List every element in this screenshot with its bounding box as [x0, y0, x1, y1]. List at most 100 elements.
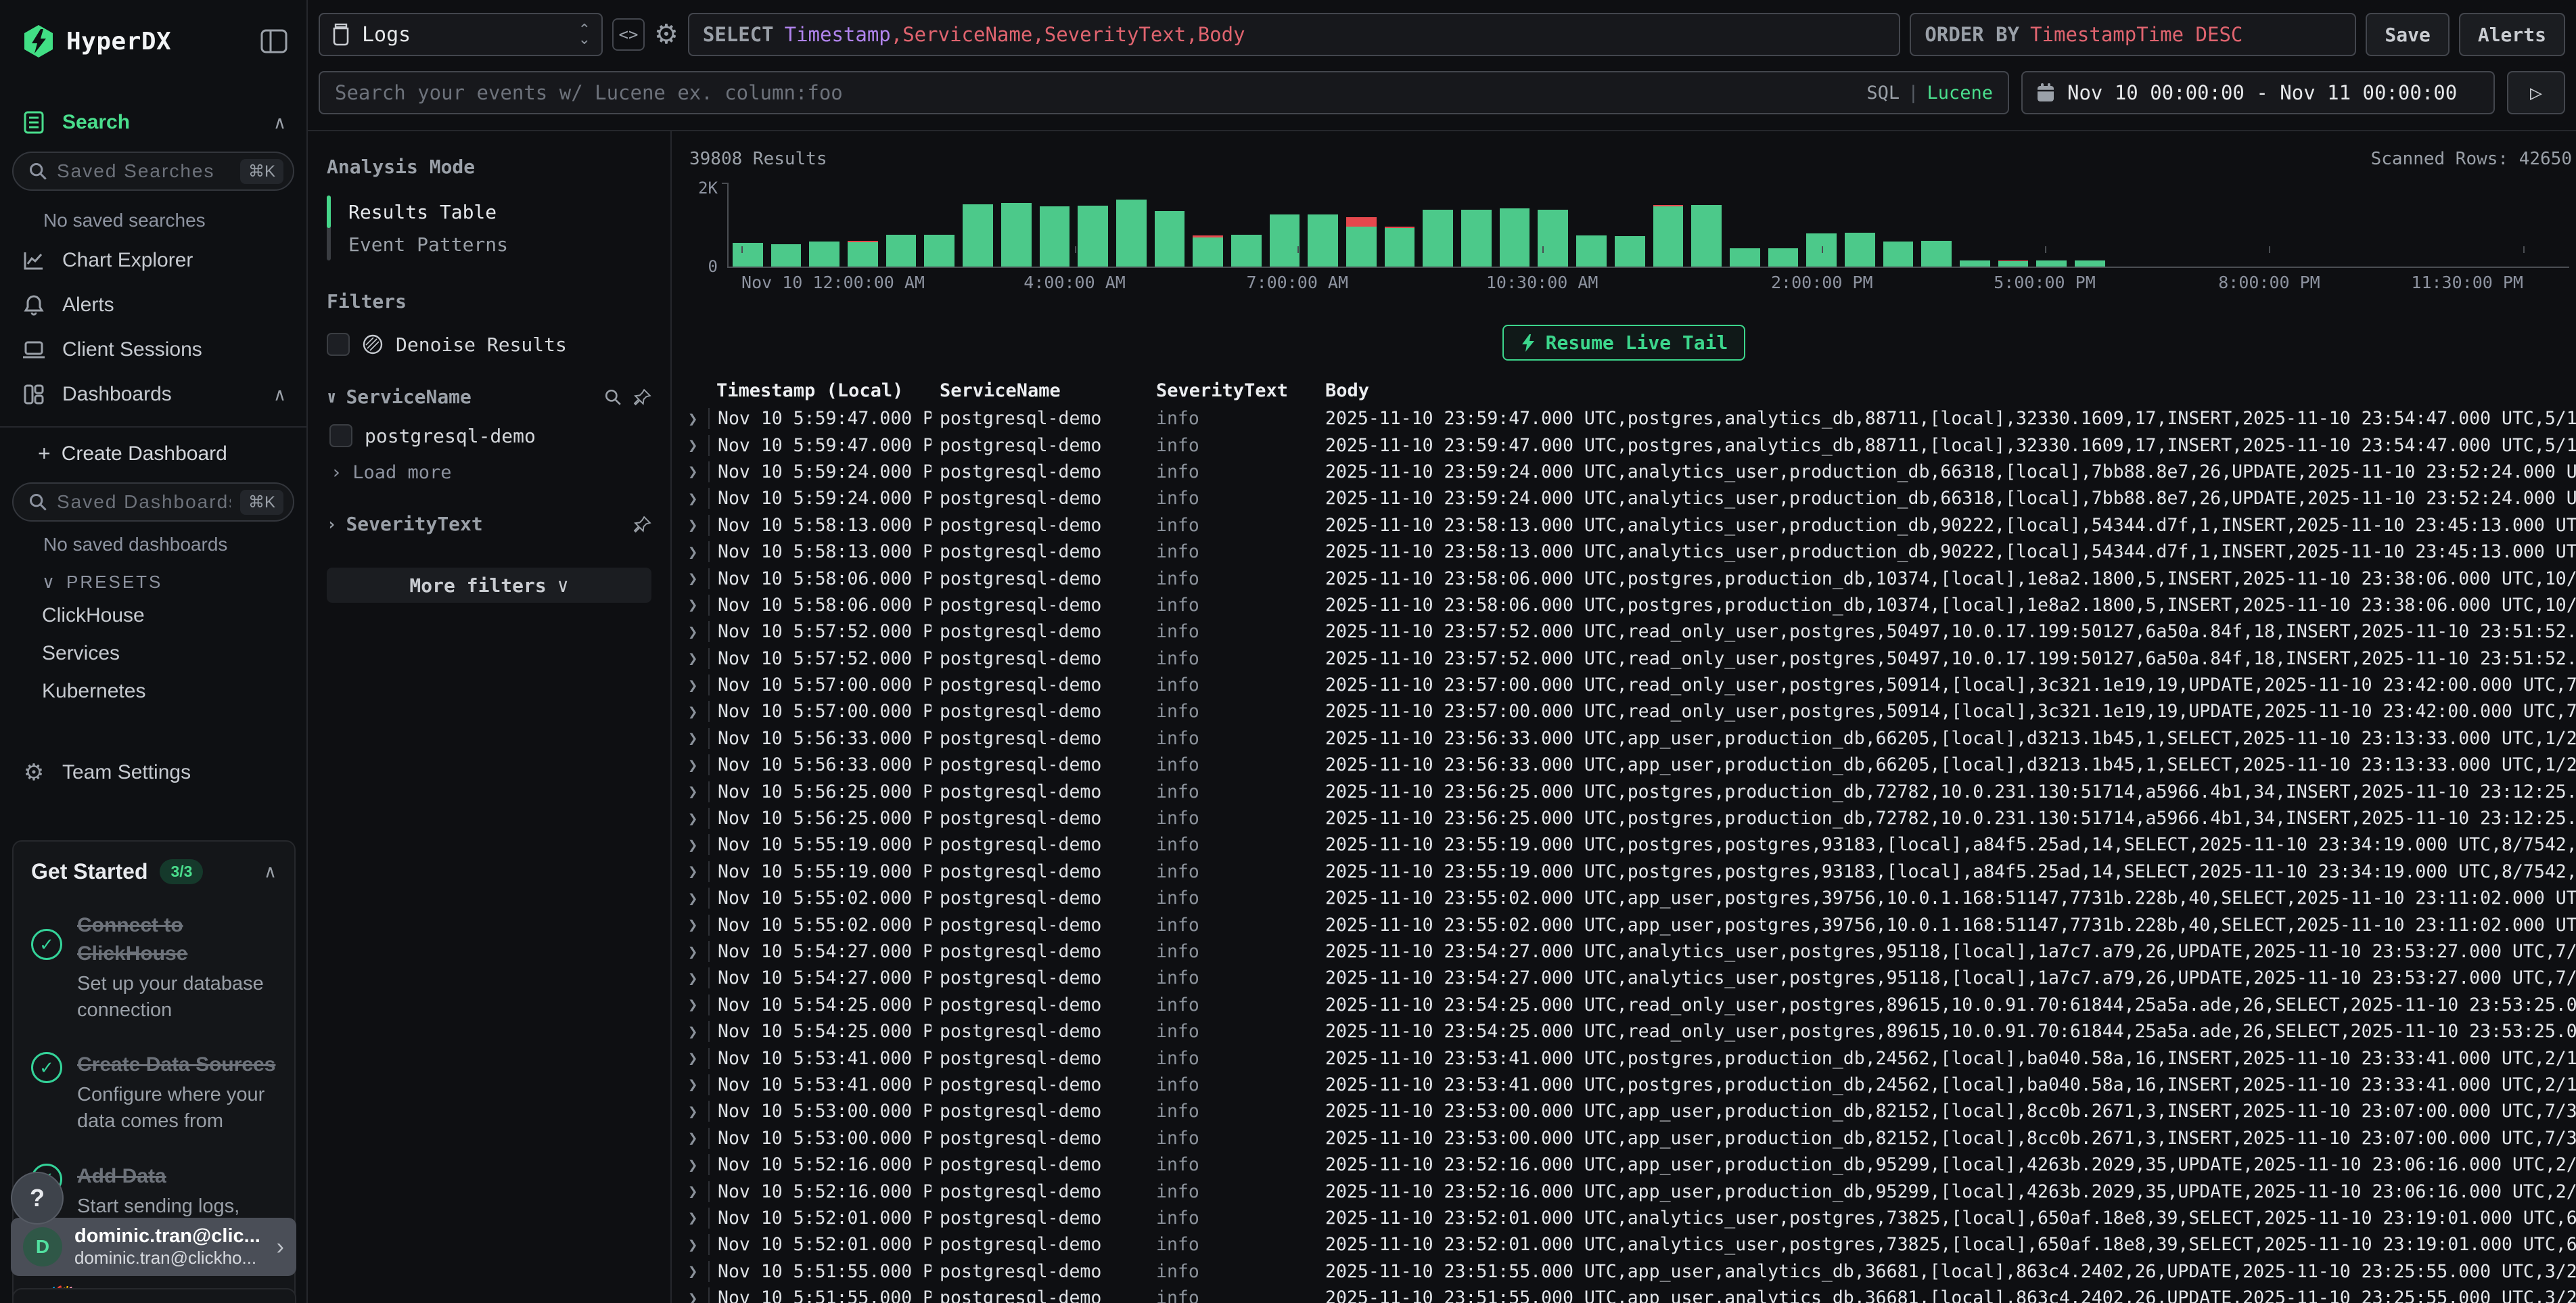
help-button[interactable]: ? — [11, 1172, 64, 1225]
more-filters-button[interactable]: More filters ∨ — [327, 568, 651, 603]
table-row[interactable]: ❯Nov 10 5:54:25.000 PMpostgresql-demoinf… — [688, 1018, 2576, 1045]
table-row[interactable]: ❯Nov 10 5:59:47.000 PMpostgresql-demoinf… — [688, 432, 2576, 458]
row-expand-icon[interactable]: ❯ — [688, 543, 708, 562]
code-brackets-icon[interactable]: <> — [612, 18, 645, 51]
row-expand-icon[interactable]: ❯ — [688, 569, 708, 588]
source-select[interactable]: Logs ⌃⌄ — [319, 13, 603, 56]
table-row[interactable]: ❯Nov 10 5:57:52.000 PMpostgresql-demoinf… — [688, 618, 2576, 645]
row-expand-icon[interactable]: ❯ — [688, 436, 708, 455]
table-row[interactable]: ❯Nov 10 5:58:06.000 PMpostgresql-demoinf… — [688, 565, 2576, 591]
row-expand-icon[interactable]: ❯ — [688, 1182, 708, 1201]
table-row[interactable]: ❯Nov 10 5:58:13.000 PMpostgresql-demoinf… — [688, 512, 2576, 539]
gear-icon[interactable]: ⚙ — [654, 19, 678, 50]
table-row[interactable]: ❯Nov 10 5:57:00.000 PMpostgresql-demoinf… — [688, 672, 2576, 698]
preset-services[interactable]: Services — [0, 635, 306, 672]
table-row[interactable]: ❯Nov 10 5:57:00.000 PMpostgresql-demoinf… — [688, 698, 2576, 725]
table-row[interactable]: ❯Nov 10 5:59:24.000 PMpostgresql-demoinf… — [688, 459, 2576, 485]
load-more-button[interactable]: › Load more — [331, 462, 651, 483]
run-query-button[interactable]: ▷ — [2507, 71, 2565, 114]
row-expand-icon[interactable]: ❯ — [688, 1102, 708, 1121]
row-expand-icon[interactable]: ❯ — [688, 1289, 708, 1303]
save-button[interactable]: Save — [2366, 13, 2449, 56]
table-row[interactable]: ❯Nov 10 5:56:33.000 PMpostgresql-demoinf… — [688, 752, 2576, 778]
saved-searches-field[interactable] — [57, 160, 231, 182]
mode-results-table[interactable]: Results Table — [331, 196, 651, 228]
resume-live-tail-button[interactable]: Resume Live Tail — [1502, 325, 1746, 361]
row-expand-icon[interactable]: ❯ — [688, 702, 708, 721]
table-row[interactable]: ❯Nov 10 5:56:25.000 PMpostgresql-demoinf… — [688, 778, 2576, 804]
order-by-input[interactable]: ORDER BY TimestampTime DESC — [1910, 13, 2356, 56]
sidebar-item-chart-explorer[interactable]: Chart Explorer — [0, 238, 306, 283]
row-expand-icon[interactable]: ❯ — [688, 1075, 708, 1094]
mode-event-patterns[interactable]: Event Patterns — [331, 228, 651, 260]
table-row[interactable]: ❯Nov 10 5:54:27.000 PMpostgresql-demoinf… — [688, 965, 2576, 991]
user-menu[interactable]: D dominic.tran@clic... dominic.tran@clic… — [11, 1218, 296, 1276]
event-search-field[interactable] — [335, 81, 1854, 104]
table-row[interactable]: ❯Nov 10 5:56:33.000 PMpostgresql-demoinf… — [688, 725, 2576, 752]
histogram-bars[interactable] — [729, 183, 2569, 268]
table-row[interactable]: ❯Nov 10 5:53:41.000 PMpostgresql-demoinf… — [688, 1072, 2576, 1098]
table-row[interactable]: ❯Nov 10 5:53:00.000 PMpostgresql-demoinf… — [688, 1125, 2576, 1151]
table-row[interactable]: ❯Nov 10 5:55:02.000 PMpostgresql-demoinf… — [688, 911, 2576, 938]
table-row[interactable]: ❯Nov 10 5:54:25.000 PMpostgresql-demoinf… — [688, 992, 2576, 1018]
time-range-picker[interactable]: Nov 10 00:00:00 - Nov 11 00:00:00 — [2021, 71, 2495, 114]
table-row[interactable]: ❯Nov 10 5:59:47.000 PMpostgresql-demoinf… — [688, 405, 2576, 432]
row-expand-icon[interactable]: ❯ — [688, 649, 708, 668]
checkbox[interactable] — [327, 333, 350, 356]
row-expand-icon[interactable]: ❯ — [688, 942, 708, 961]
row-expand-icon[interactable]: ❯ — [688, 862, 708, 881]
row-expand-icon[interactable]: ❯ — [688, 1262, 708, 1281]
sql-toggle[interactable]: SQL — [1866, 83, 1900, 104]
row-expand-icon[interactable]: ❯ — [688, 595, 708, 614]
get-started-item[interactable]: ✓ Create Data Sources Configure where yo… — [31, 1051, 277, 1135]
table-row[interactable]: ❯Nov 10 5:53:41.000 PMpostgresql-demoinf… — [688, 1045, 2576, 1071]
table-row[interactable]: ❯Nov 10 5:59:24.000 PMpostgresql-demoinf… — [688, 485, 2576, 511]
col-header-severitytext[interactable]: SeverityText — [1148, 380, 1317, 401]
saved-dashboards-input[interactable]: ⌘K — [12, 482, 294, 522]
row-expand-icon[interactable]: ❯ — [688, 809, 708, 828]
row-expand-icon[interactable]: ❯ — [688, 1208, 708, 1227]
saved-searches-input[interactable]: ⌘K — [12, 152, 294, 191]
col-header-body[interactable]: Body — [1317, 380, 2576, 401]
create-dashboard-button[interactable]: + Create Dashboard — [0, 432, 306, 476]
table-row[interactable]: ❯Nov 10 5:57:52.000 PMpostgresql-demoinf… — [688, 645, 2576, 672]
table-row[interactable]: ❯Nov 10 5:55:02.000 PMpostgresql-demoinf… — [688, 885, 2576, 911]
row-expand-icon[interactable]: ❯ — [688, 489, 708, 508]
alerts-button[interactable]: Alerts — [2459, 13, 2565, 56]
row-expand-icon[interactable]: ❯ — [688, 995, 708, 1014]
chevron-up-icon[interactable]: ∧ — [264, 861, 277, 882]
row-expand-icon[interactable]: ❯ — [688, 516, 708, 534]
events-histogram[interactable]: 2K 0 Nov 10 12:00:00 AM4:00:00 AM7:00:00… — [689, 183, 2569, 291]
table-row[interactable]: ❯Nov 10 5:54:27.000 PMpostgresql-demoinf… — [688, 938, 2576, 965]
table-row[interactable]: ❯Nov 10 5:52:16.000 PMpostgresql-demoinf… — [688, 1178, 2576, 1204]
sidebar-item-dashboards[interactable]: Dashboards ∧ — [0, 372, 306, 417]
col-header-timestamp[interactable]: Timestamp (Local) — [708, 380, 932, 401]
table-row[interactable]: ❯Nov 10 5:51:55.000 PMpostgresql-demoinf… — [688, 1285, 2576, 1303]
sidebar-item-alerts[interactable]: Alerts — [0, 283, 306, 327]
row-expand-icon[interactable]: ❯ — [688, 1128, 708, 1147]
get-started-item[interactable]: ✓ Connect to ClickHouse Set up your data… — [31, 911, 277, 1024]
saved-dashboards-field[interactable] — [57, 491, 231, 513]
sidebar-item-search[interactable]: Search ∧ — [0, 100, 306, 145]
event-search-input[interactable]: SQL|Lucene — [319, 71, 2009, 114]
row-expand-icon[interactable]: ❯ — [688, 1235, 708, 1254]
table-row[interactable]: ❯Nov 10 5:55:19.000 PMpostgresql-demoinf… — [688, 831, 2576, 858]
col-header-servicename[interactable]: ServiceName — [932, 380, 1148, 401]
row-expand-icon[interactable]: ❯ — [688, 889, 708, 908]
table-row[interactable]: ❯Nov 10 5:56:25.000 PMpostgresql-demoinf… — [688, 805, 2576, 831]
search-icon[interactable] — [604, 388, 622, 406]
preset-kubernetes[interactable]: Kubernetes — [0, 672, 306, 710]
row-expand-icon[interactable]: ❯ — [688, 836, 708, 854]
table-row[interactable]: ❯Nov 10 5:52:16.000 PMpostgresql-demoinf… — [688, 1151, 2576, 1178]
table-row[interactable]: ❯Nov 10 5:53:00.000 PMpostgresql-demoinf… — [688, 1098, 2576, 1124]
sidebar-item-team-settings[interactable]: ⚙ Team Settings — [0, 748, 306, 797]
pin-icon[interactable] — [634, 516, 651, 533]
pin-icon[interactable] — [634, 388, 651, 406]
facet-value-postgresql-demo[interactable]: postgresql-demo — [329, 424, 651, 447]
facet-servicename[interactable]: ∨ ServiceName — [327, 386, 651, 408]
denoise-results-checkbox-row[interactable]: Denoise Results — [327, 333, 651, 356]
row-expand-icon[interactable]: ❯ — [688, 622, 708, 641]
presets-section-toggle[interactable]: ∨ PRESETS — [0, 562, 306, 597]
table-row[interactable]: ❯Nov 10 5:58:13.000 PMpostgresql-demoinf… — [688, 539, 2576, 565]
select-query-input[interactable]: SELECT Timestamp,ServiceName,SeverityTex… — [688, 13, 1901, 56]
